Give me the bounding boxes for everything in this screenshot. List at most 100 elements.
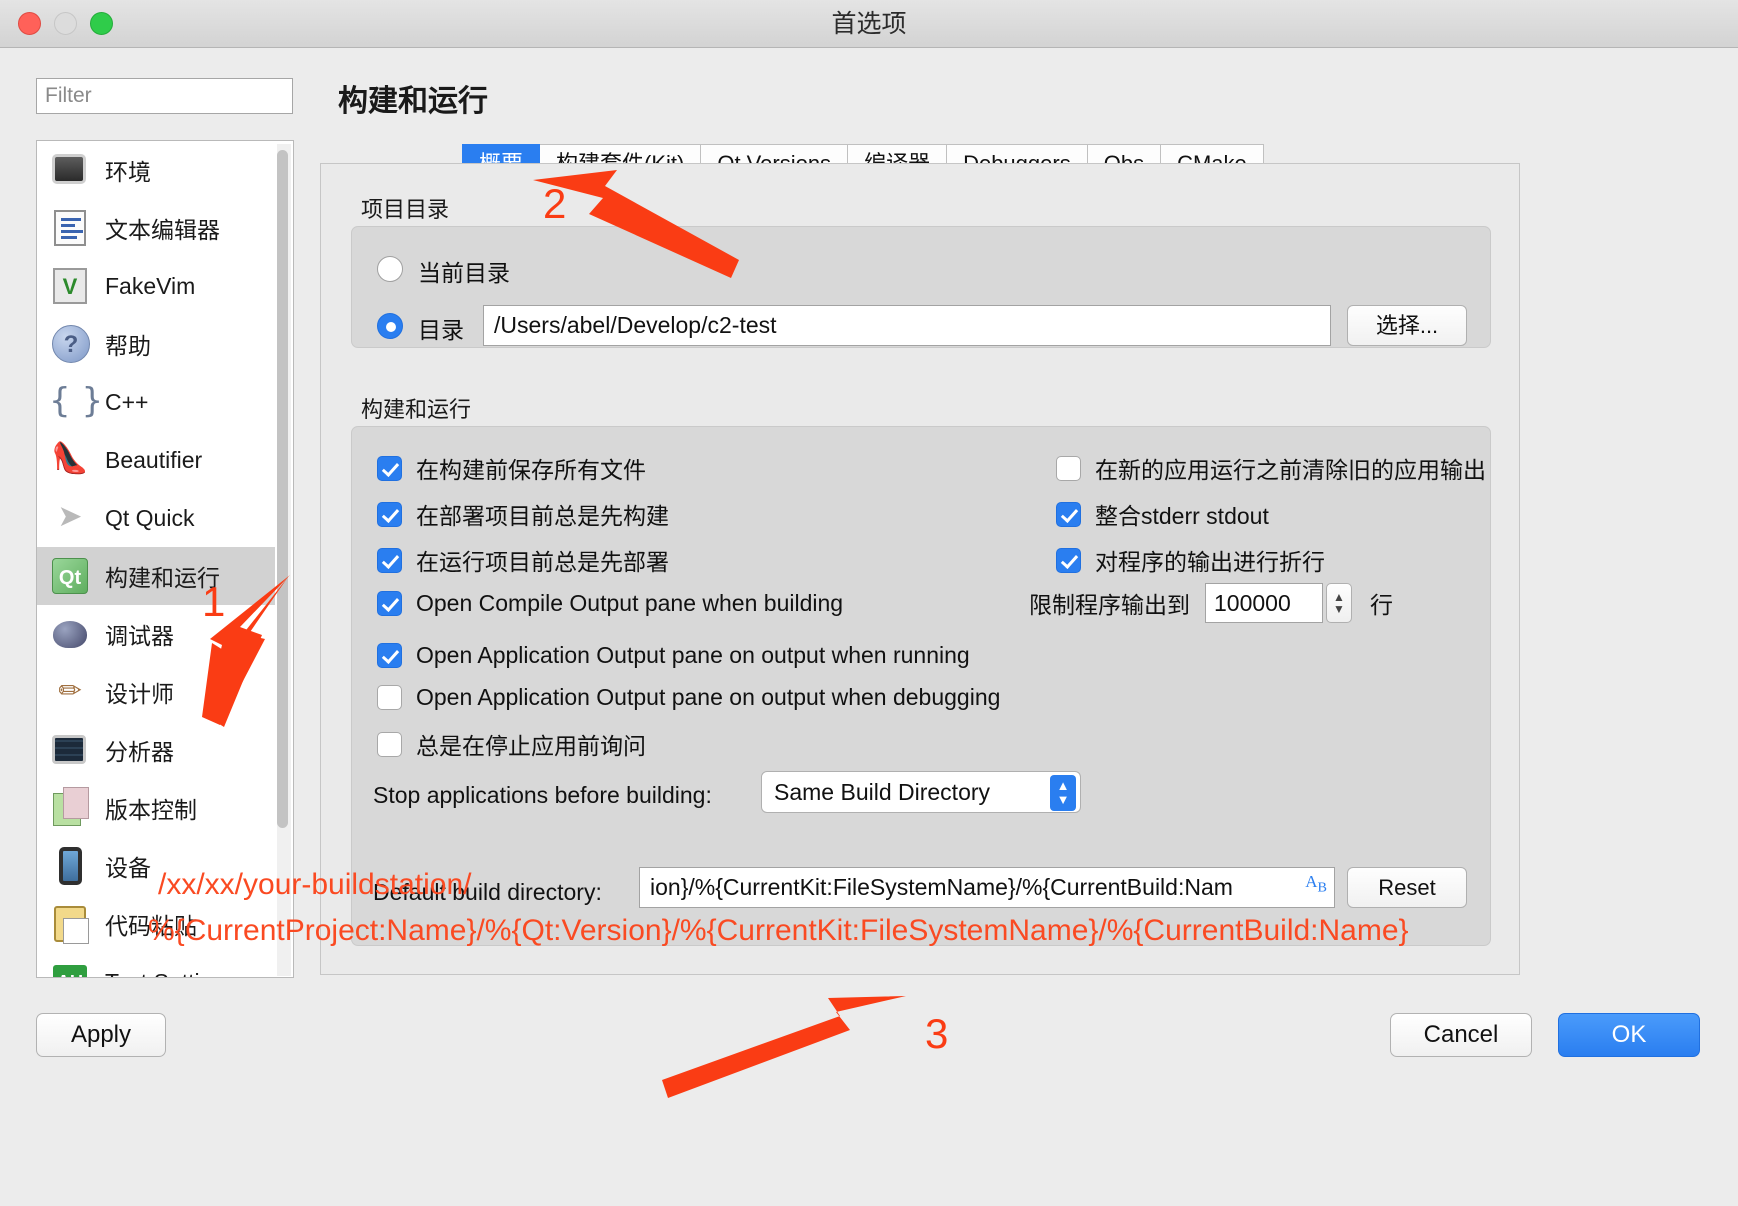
sidebar-item-label: Qt Quick: [105, 504, 195, 531]
chevron-up-down-icon[interactable]: ▲ ▼: [1050, 775, 1076, 811]
sidebar-item-2[interactable]: 文本编辑器: [37, 199, 275, 257]
sidebar-item-label: 帮助: [105, 333, 151, 359]
sidebar-item-label: Test Settings: [105, 969, 237, 978]
sidebar-item-1[interactable]: 环境: [37, 141, 275, 199]
sidebar-item-7[interactable]: ➤ Qt Quick: [37, 489, 275, 547]
settings-panel: 项目目录 当前目录 目录 选择... 构建和运行 在构建前保存所有文件 在部署项…: [320, 163, 1520, 975]
build-run-group-label: 构建和运行: [361, 397, 472, 422]
page-title: 构建和运行: [338, 85, 488, 118]
output-limit-row[interactable]: 限制程序输出到 ▲ ▼ 行: [1029, 583, 1393, 623]
checkbox-label: Open Application Output pane on output w…: [416, 642, 970, 668]
monitor-icon: [49, 149, 91, 191]
checkbox-open-compile-output-pane[interactable]: [377, 591, 402, 616]
checkbox-label: 对程序的输出进行折行: [1095, 549, 1325, 575]
designer-brush-icon: ✏: [58, 675, 82, 706]
cancel-button[interactable]: Cancel: [1390, 1013, 1532, 1057]
test-settings-icon: AU: [49, 961, 91, 977]
code-paste-icon: [49, 903, 91, 945]
annotation-marker-1: 1: [202, 578, 226, 625]
sidebar-item-4[interactable]: ? 帮助: [37, 315, 275, 373]
checkbox-save-all-before-build[interactable]: [377, 455, 402, 481]
output-limit-stepper[interactable]: ▲ ▼: [1326, 583, 1352, 623]
apply-button[interactable]: Apply: [36, 1013, 166, 1057]
annotation-red-line-2: %{CurrentProject:Name}/%{Qt:Version}/%{C…: [148, 914, 1409, 947]
project-directory-path-input[interactable]: [483, 305, 1331, 346]
checkbox-open-app-output-running[interactable]: [377, 643, 402, 668]
sidebar-item-label: C++: [105, 388, 149, 415]
checkbox-row[interactable]: 总是在停止应用前询问: [377, 727, 646, 761]
sidebar-scrollbar[interactable]: [277, 144, 291, 976]
sidebar-item-label: 环境: [105, 159, 151, 185]
sidebar-item-15[interactable]: AU Test Settings: [37, 953, 275, 978]
checkbox-merge-stderr-stdout[interactable]: [1056, 501, 1081, 527]
version-control-icon: [49, 787, 91, 829]
checkbox-row[interactable]: 在运行项目前总是先部署: [377, 543, 669, 577]
title-bar: 首选项: [0, 0, 1738, 48]
stop-applications-combobox[interactable]: Same Build Directory ▲ ▼: [761, 771, 1081, 813]
device-phone-icon: [49, 845, 91, 887]
sidebar-item-6[interactable]: 👠 Beautifier: [37, 431, 275, 489]
window-title: 首选项: [831, 10, 907, 38]
checkbox-label: Open Application Output pane on output w…: [416, 684, 1001, 710]
output-limit-label: 限制程序输出到: [1029, 592, 1190, 618]
checkbox-clear-old-output[interactable]: [1056, 455, 1081, 481]
checkbox-label: 在构建前保存所有文件: [416, 457, 646, 483]
checkbox-row[interactable]: Open Compile Output pane when building: [377, 590, 843, 617]
output-limit-input[interactable]: [1205, 583, 1323, 623]
stop-applications-value: Same Build Directory: [774, 778, 991, 805]
checkbox-row[interactable]: 对程序的输出进行折行: [1056, 543, 1325, 577]
high-heel-icon: 👠: [51, 442, 89, 475]
checkbox-wrap-output[interactable]: [1056, 547, 1081, 573]
sidebar-item-label: 设备: [105, 855, 151, 881]
reset-build-directory-button[interactable]: Reset: [1347, 867, 1467, 908]
stop-applications-label: Stop applications before building:: [373, 782, 712, 808]
settings-category-list[interactable]: 环境 文本编辑器 V FakeVim? 帮助 { } C++ 👠 Beautifier ➤ Qt Q…: [36, 140, 294, 978]
checkbox-always-ask-before-stop[interactable]: [377, 731, 402, 757]
sidebar-item-label: 版本控制: [105, 797, 197, 823]
annotation-arrow-3: [662, 996, 906, 1098]
checkbox-label: 总是在停止应用前询问: [416, 733, 646, 759]
help-question-icon: ?: [49, 323, 91, 365]
annotation-marker-3: 3: [925, 1010, 949, 1057]
annotation-arrow-1: [202, 575, 290, 727]
filter-input[interactable]: [36, 78, 293, 114]
analyzer-icon: [49, 729, 91, 771]
fakevim-icon: V: [49, 265, 91, 307]
sidebar-item-label: Beautifier: [105, 446, 203, 473]
sidebar-item-label: FakeVim: [105, 272, 196, 299]
checkbox-row[interactable]: Open Application Output pane on output w…: [377, 684, 1000, 711]
sidebar-item-label: 文本编辑器: [105, 217, 220, 243]
sidebar-item-5[interactable]: { } C++: [37, 373, 275, 431]
radio-directory[interactable]: [377, 313, 403, 339]
checkbox-always-build-before-deploy[interactable]: [377, 501, 402, 527]
output-limit-unit: 行: [1370, 592, 1393, 618]
checkbox-label: 在部署项目前总是先构建: [416, 503, 669, 529]
checkbox-label: Open Compile Output pane when building: [416, 590, 844, 616]
ok-button[interactable]: OK: [1558, 1013, 1700, 1057]
sidebar-item-3[interactable]: V FakeVim: [37, 257, 275, 315]
project-directory-group-label: 项目目录: [361, 197, 450, 222]
sidebar-item-12[interactable]: 版本控制: [37, 779, 275, 837]
checkbox-label: 整合stderr stdout: [1095, 503, 1269, 529]
checkbox-label: 在新的应用运行之前清除旧的应用输出: [1095, 457, 1486, 483]
checkbox-row[interactable]: 整合stderr stdout: [1056, 497, 1269, 531]
radio-current-directory[interactable]: [377, 256, 403, 282]
checkbox-label: 在运行项目前总是先部署: [416, 549, 669, 575]
qt-build-icon: Qt: [49, 555, 91, 597]
variable-chooser-icon[interactable]: AB: [1305, 873, 1327, 895]
preferences-window: 首选项 环境文本编辑器 V FakeVim? 帮助 { }C++ 👠 Beautifier ➤…: [0, 0, 1738, 1206]
stepper-down-icon[interactable]: ▼: [1333, 603, 1345, 615]
radio-directory-label: 目录: [418, 317, 464, 343]
bug-icon: [49, 613, 91, 655]
checkbox-open-app-output-debugging[interactable]: [377, 685, 402, 710]
default-build-directory-input[interactable]: [639, 867, 1335, 908]
checkbox-row[interactable]: 在新的应用运行之前清除旧的应用输出: [1056, 451, 1486, 485]
paper-plane-icon: ➤: [57, 500, 83, 533]
annotation-marker-2: 2: [543, 180, 567, 227]
checkbox-always-deploy-before-run[interactable]: [377, 547, 402, 573]
browse-directory-button[interactable]: 选择...: [1347, 305, 1467, 346]
checkbox-row[interactable]: 在构建前保存所有文件: [377, 451, 646, 485]
checkbox-row[interactable]: Open Application Output pane on output w…: [377, 642, 970, 669]
radio-current-directory-label: 当前目录: [418, 260, 510, 286]
checkbox-row[interactable]: 在部署项目前总是先构建: [377, 497, 669, 531]
